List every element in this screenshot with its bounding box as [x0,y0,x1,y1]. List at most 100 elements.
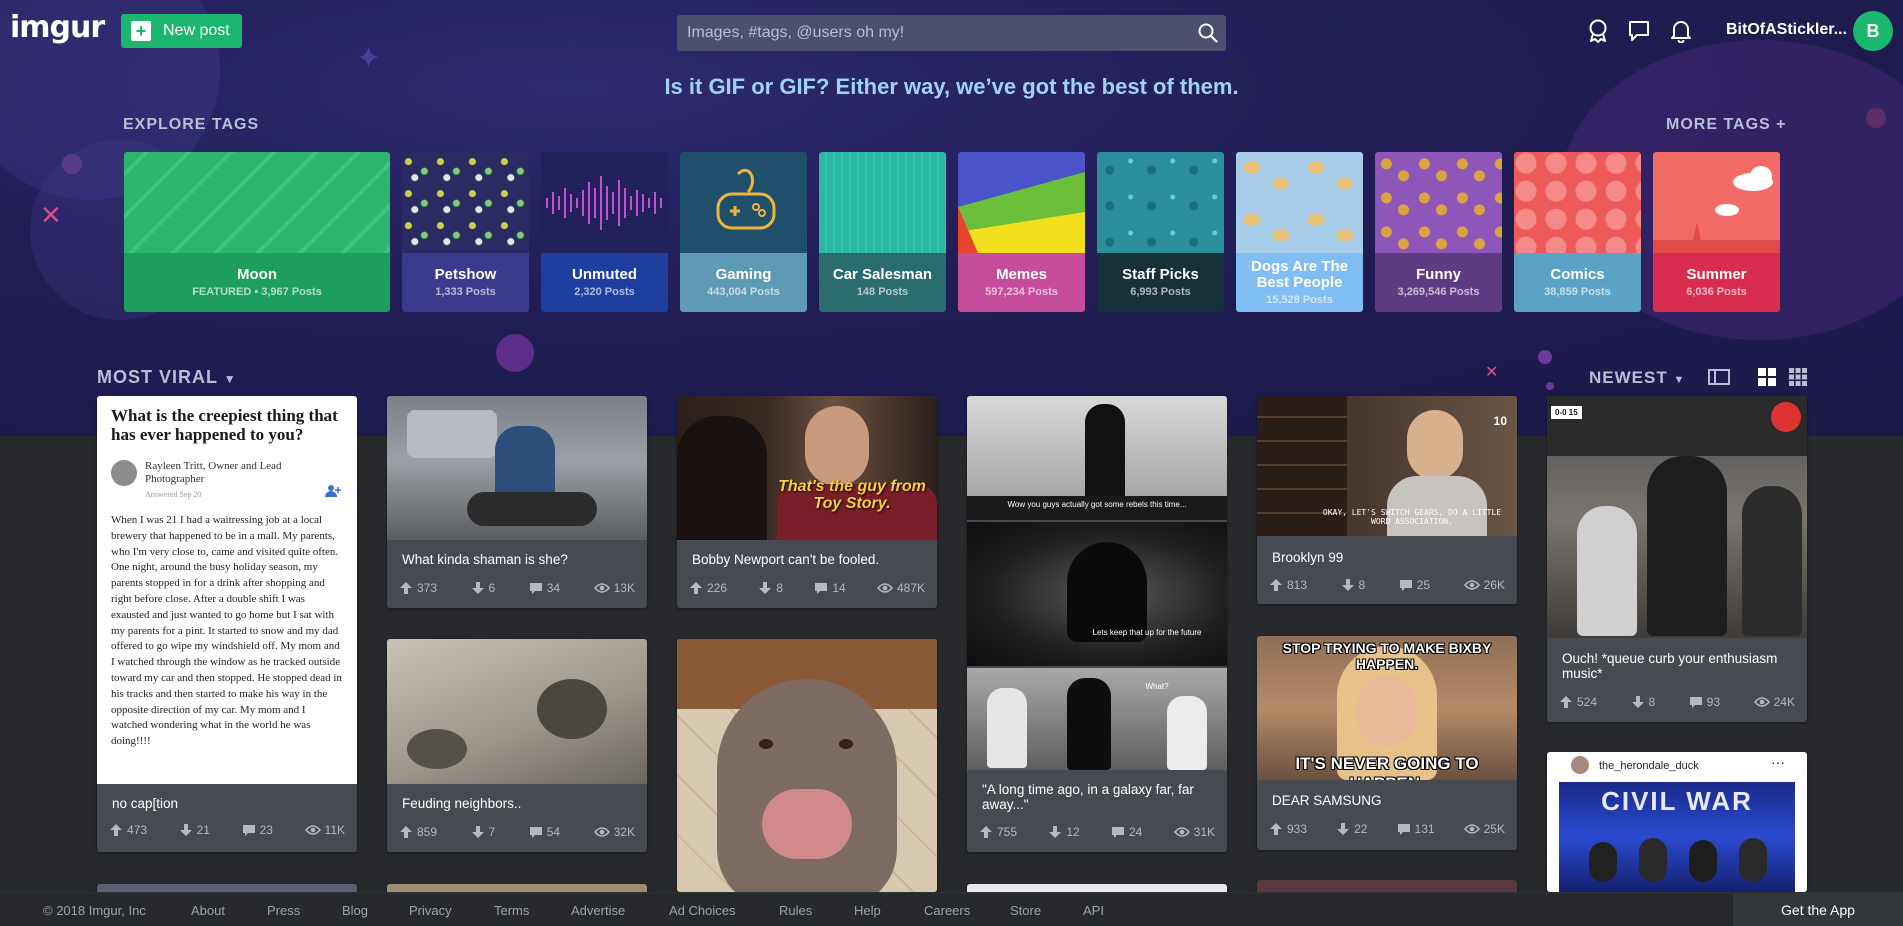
downvote-icon [1337,823,1350,835]
post-card[interactable]: 10 OKAY, LET'S SWITCH GEARS, DO A LITTLE… [1257,396,1517,604]
upvote-count: 813 [1287,578,1308,592]
upvotes: 813 [1269,577,1307,593]
tag-name: Comics [1550,266,1605,283]
image-shape [467,492,597,526]
comments: 23 [242,822,273,838]
downvote-count: 8 [1648,695,1656,709]
compact-grid-view-icon[interactable] [1789,368,1811,388]
tag-dogs-are-the-best-people[interactable]: Dogs Are The Best People 15,528 Posts [1236,152,1363,312]
imgur-logo[interactable]: imgur [10,10,105,45]
upvote-icon [1270,579,1282,591]
insta-username: the_herondale_duck [1599,760,1699,772]
footer-link-press[interactable]: Press [267,903,300,918]
image-shape [1547,396,1807,456]
tag-gaming[interactable]: Gaming 443,004 Posts [680,152,807,312]
views: 25K [1463,821,1505,837]
post-image [677,639,937,892]
footer: © 2018 Imgur, Inc About Press Blog Priva… [0,892,1903,926]
post-card[interactable]: the_herondale_duck ··· CIVIL WAR [1547,752,1807,892]
views: 487K [876,580,925,596]
explore-tags-label: EXPLORE TAGS [123,116,260,133]
tag-petshow[interactable]: Petshow 1,333 Posts [402,152,529,312]
post-title: Feuding neighbors.. [402,796,522,811]
trophy-icon[interactable] [1585,18,1611,44]
footer-link-about[interactable]: About [191,903,225,918]
upvotes: 373 [399,580,437,596]
downvotes: 12 [1048,824,1080,840]
post-card[interactable]: What is the creepiest thing that has eve… [97,396,357,852]
grid-view-icon[interactable] [1758,368,1780,388]
view-count: 24K [1773,695,1795,709]
footer-link-api[interactable]: API [1083,903,1104,918]
add-user-icon [325,484,343,503]
footer-link-privacy[interactable]: Privacy [409,903,452,918]
notifications-bell-icon[interactable] [1668,18,1694,44]
comment-count: 54 [546,825,561,839]
tag-comics[interactable]: Comics 38,859 Posts [1514,152,1641,312]
get-the-app-button[interactable]: Get the App [1733,893,1903,926]
messages-icon[interactable] [1626,18,1652,44]
comment-icon [815,583,828,594]
post-card[interactable]: 0-0 15 Ouch! *queue curb your enthusiasm… [1547,396,1807,722]
more-tags-link[interactable]: MORE TAGS + [1666,116,1787,134]
footer-link-store[interactable]: Store [1010,903,1041,918]
post-card[interactable]: That's the guy from Toy Story. Bobby New… [677,396,937,608]
post-image [387,639,647,784]
post-card[interactable]: STOP TRYING TO MAKE BIXBY HAPPEN. IT'S N… [1257,636,1517,850]
comment-count: 25 [1416,578,1431,592]
tag-moon[interactable]: Moon FEATURED • 3,967 Posts [124,152,390,312]
upvote-count: 859 [417,825,438,839]
tag-art [1375,152,1502,253]
list-view-icon[interactable] [1708,368,1730,388]
tag-count: 597,234 Posts [985,286,1058,298]
post-image: the_herondale_duck ··· CIVIL WAR [1547,752,1807,892]
tag-summer[interactable]: Summer 6,036 Posts [1653,152,1780,312]
most-viral-dropdown[interactable]: MOST VIRAL ▼ [97,367,237,388]
tag-staff-picks[interactable]: Staff Picks 6,993 Posts [1097,152,1224,312]
views: 32K [593,824,635,840]
tag-memes[interactable]: Memes 597,234 Posts [958,152,1085,312]
search-icon[interactable] [1190,15,1226,51]
upvote-icon [1560,696,1572,708]
search-input[interactable] [677,15,1190,51]
footer-link-rules[interactable]: Rules [779,903,812,918]
downvotes: 6 [471,580,496,596]
image-shape [1647,456,1727,636]
downvote-count: 6 [488,581,496,595]
tag-count: 3,269,546 Posts [1397,286,1480,298]
tag-name: Moon [237,266,277,283]
footer-link-blog[interactable]: Blog [342,903,368,918]
footer-link-terms[interactable]: Terms [494,903,529,918]
footer-link-help[interactable]: Help [854,903,881,918]
footer-link-advertise[interactable]: Advertise [571,903,625,918]
meme-bottom-text: IT'S NEVER GOING TO HAPPEN. [1295,754,1479,780]
tv-subtitle: OKAY, LET'S SWITCH GEARS, DO A LITTLE WO… [1322,508,1502,526]
newest-sort-dropdown[interactable]: NEWEST ▼ [1589,368,1685,388]
avatar[interactable]: B [1853,11,1893,51]
upvotes: 226 [689,580,727,596]
post-card[interactable]: Wow you guys actually got some rebels th… [967,396,1227,852]
views: 31K [1173,824,1215,840]
comments: 93 [1689,694,1720,710]
post-card[interactable]: What kinda shaman is she? 373 6 34 13K [387,396,647,608]
footer-link-careers[interactable]: Careers [924,903,970,918]
post-card[interactable]: Feuding neighbors.. 859 7 54 32K [387,639,647,852]
tag-funny[interactable]: Funny 3,269,546 Posts [1375,152,1502,312]
comment-count: 14 [832,581,846,595]
new-post-button[interactable]: + New post [121,14,242,48]
upvotes: 859 [399,824,437,840]
username[interactable]: BitOfAStickler... [1726,21,1847,39]
tag-name: Gaming [715,266,772,283]
comment-icon [1111,827,1124,838]
tag-unmuted[interactable]: Unmuted 2,320 Posts [541,152,668,312]
upvote-icon [690,582,702,594]
eye-icon [304,825,321,835]
tag-car-salesman[interactable]: Car Salesman 148 Posts [819,152,946,312]
footer-link-ad-choices[interactable]: Ad Choices [669,903,735,918]
meme-top-text: STOP TRYING TO MAKE BIXBY HAPPEN. [1282,640,1492,672]
comment-count: 34 [546,581,561,595]
meme-caption: That's the guy from Toy Story. [778,478,926,512]
image-shape: CIVIL WAR [1559,782,1795,892]
post-card[interactable] [677,639,937,892]
post-title: Bobby Newport can't be fooled. [692,552,880,567]
